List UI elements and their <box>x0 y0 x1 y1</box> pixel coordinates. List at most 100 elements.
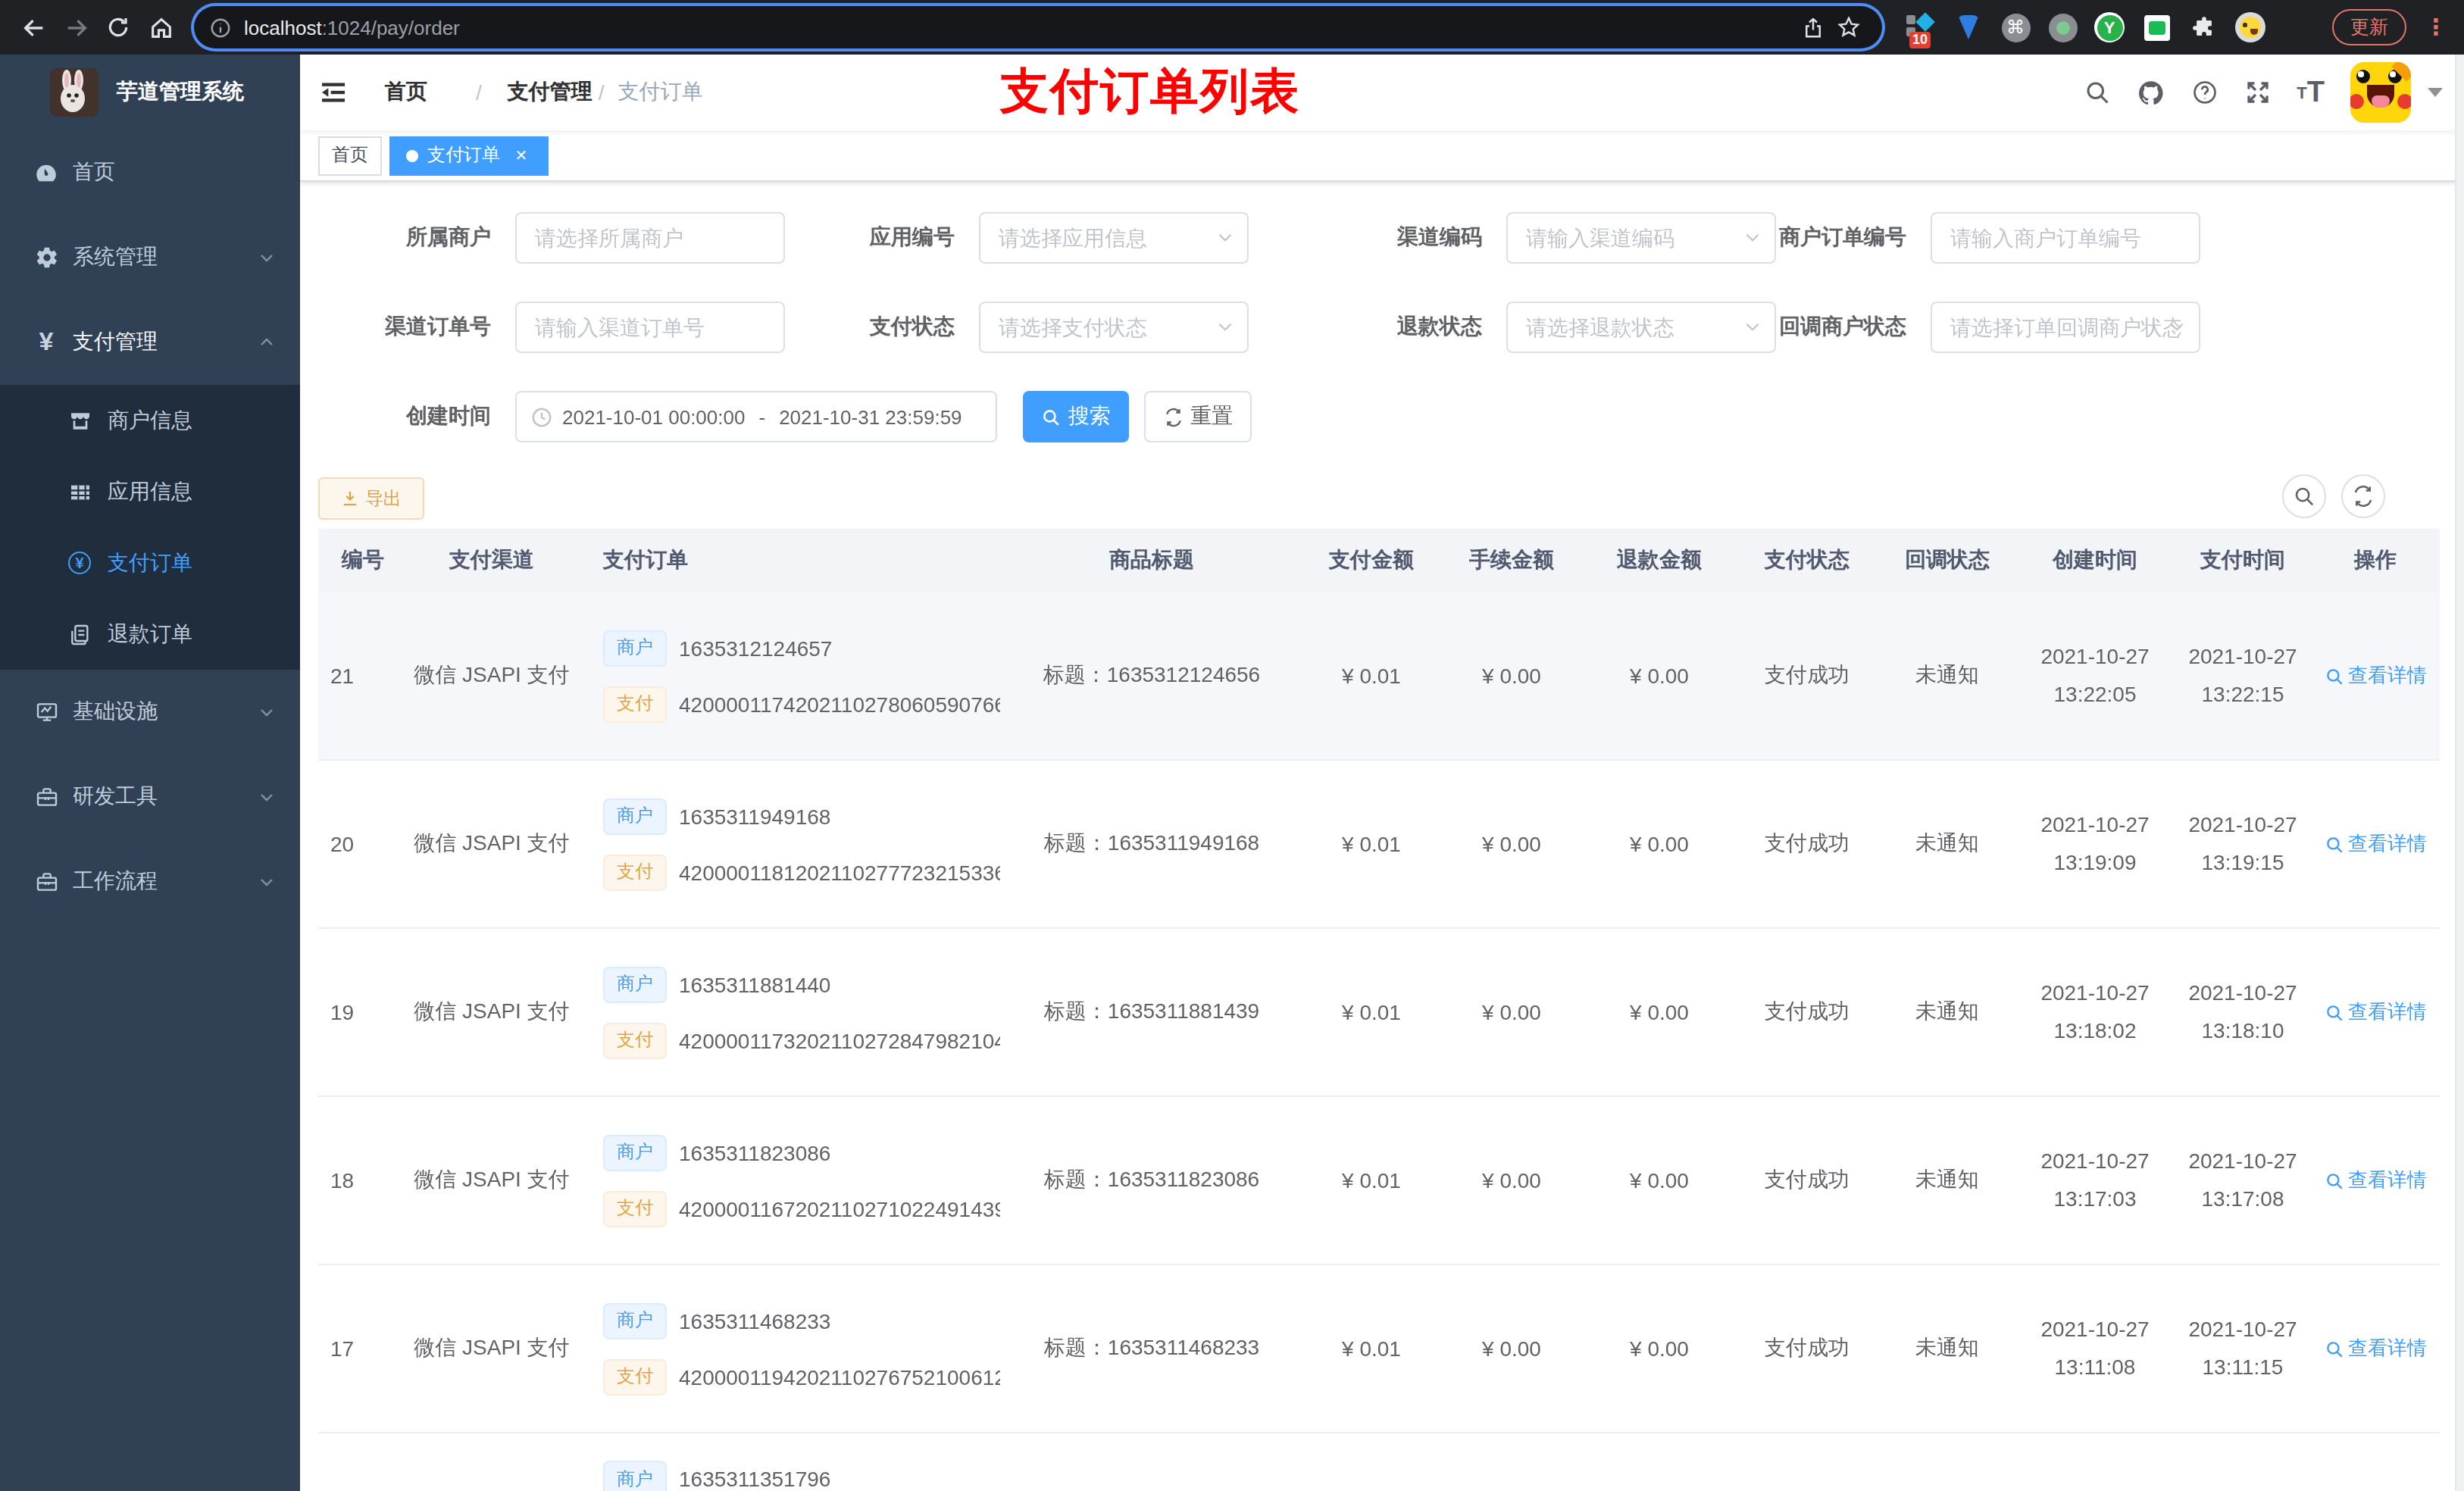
font-size-icon[interactable]: TT <box>2297 76 2325 109</box>
view-detail-link[interactable]: 查看详情 <box>2324 1335 2427 1362</box>
col-header: 操作 <box>2311 547 2440 574</box>
breadcrumb-pay[interactable]: 支付管理 <box>496 79 585 106</box>
field-label: 渠道编码 <box>1249 224 1506 252</box>
app-select[interactable] <box>979 212 1249 264</box>
cell-id: 18 <box>318 1097 408 1264</box>
home-button[interactable] <box>139 6 182 48</box>
caret-down-icon[interactable] <box>2428 88 2443 97</box>
cell-action <box>2311 1433 2440 1491</box>
search-button[interactable]: 搜索 <box>1023 391 1129 442</box>
yen-icon: ¥ <box>33 330 59 355</box>
extension-badge: 10 <box>1909 32 1931 48</box>
pay-order-no: 4200001174202110278060590766 <box>679 692 1000 716</box>
pay-tag: 支付 <box>603 1190 667 1227</box>
cell-refund: ¥ 0.00 <box>1584 592 1735 759</box>
cell-fee: ¥ 0.00 <box>1440 929 1584 1096</box>
breadcrumb: 首页 / 支付管理 / 支付订单 <box>373 79 703 106</box>
cell-create-time: 2021-10-2713:22:05 <box>2015 592 2175 759</box>
page-scrollbar[interactable] <box>2455 55 2464 1491</box>
sidebar-item-merchant-info[interactable]: 商户信息 <box>0 385 300 456</box>
url-text: localhost:1024/pay/order <box>244 16 1794 39</box>
create-time-range-picker[interactable]: 2021-10-01 00:00:00 - 2021-10-31 23:59:5… <box>515 391 997 442</box>
view-detail-link[interactable]: 查看详情 <box>2324 999 2427 1026</box>
back-button[interactable] <box>12 6 55 48</box>
show-search-toggle-button[interactable] <box>2282 474 2326 518</box>
sidebar-item-infrastructure[interactable]: 基础设施 <box>0 670 300 755</box>
chevron-down-icon <box>258 248 276 267</box>
browser-menu-icon[interactable]: ⋮ <box>2425 14 2446 41</box>
channel-code-select[interactable] <box>1506 212 1776 264</box>
chevron-down-icon <box>1743 227 1762 247</box>
bookmark-star-icon[interactable] <box>1831 9 1867 45</box>
cell-create-time: 2021-10-2713:17:03 <box>2015 1097 2175 1264</box>
cell-notify: 未通知 <box>1879 1097 2015 1264</box>
channel-order-no-input[interactable] <box>515 302 785 353</box>
collapse-sidebar-icon[interactable] <box>318 77 349 108</box>
chevron-down-icon <box>2167 317 2187 336</box>
chrome-update-button[interactable]: 更新 <box>2332 9 2406 45</box>
cell-pay-time: 2021-10-2713:18:10 <box>2175 929 2311 1096</box>
sidebar-item-workflow[interactable]: 工作流程 <box>0 839 300 924</box>
cell-status <box>1735 1433 1879 1491</box>
puzzle-extensions-icon[interactable] <box>2188 12 2219 42</box>
forward-button[interactable] <box>55 6 97 48</box>
github-icon[interactable] <box>2136 78 2165 107</box>
chevron-down-icon <box>258 873 276 891</box>
pay-status-select[interactable] <box>979 302 1249 353</box>
view-detail-link[interactable]: 查看详情 <box>2324 830 2427 858</box>
notify-status-select[interactable] <box>1931 302 2200 353</box>
sidebar-item-payment[interactable]: ¥ 支付管理 <box>0 300 300 385</box>
extension-icon-1[interactable]: 10 <box>1906 12 1937 42</box>
table-row: 17 微信 JSAPI 支付 商户1635311468233 支付4200001… <box>318 1265 2440 1433</box>
cell-fee <box>1440 1433 1584 1491</box>
sidebar-item-refund-order[interactable]: 退款订单 <box>0 599 300 670</box>
refresh-table-button[interactable] <box>2341 474 2385 518</box>
pay-tag: 支付 <box>603 854 667 890</box>
extension-icon-4[interactable] <box>2047 12 2078 42</box>
merchant-select[interactable] <box>515 212 785 264</box>
extension-icon-6[interactable] <box>2141 12 2172 42</box>
cell-fee: ¥ 0.00 <box>1440 1097 1584 1264</box>
user-avatar[interactable] <box>2350 62 2411 123</box>
view-detail-link[interactable]: 查看详情 <box>2324 1167 2427 1194</box>
sidebar-item-dev-tools[interactable]: 研发工具 <box>0 755 300 839</box>
fullscreen-icon[interactable] <box>2244 79 2271 106</box>
merchant-order-no: 1635311468233 <box>679 1308 830 1333</box>
extension-icon-3[interactable]: ⌘ <box>2000 12 2031 42</box>
tab-pay-order[interactable]: 支付订单✕ <box>389 136 549 175</box>
view-detail-link[interactable]: 查看详情 <box>2324 662 2427 689</box>
cell-action: 查看详情 <box>2311 761 2440 927</box>
extension-icon-2[interactable] <box>1953 12 1984 42</box>
reload-button[interactable] <box>97 6 139 48</box>
site-info-icon[interactable] <box>209 16 232 39</box>
search-icon[interactable] <box>2083 79 2110 106</box>
merchant-order-no: 1635311351796 <box>679 1467 830 1491</box>
sidebar-item-app-info[interactable]: 应用信息 <box>0 456 300 527</box>
merchant-order-no-input[interactable] <box>1931 212 2200 264</box>
toolbox-icon <box>33 784 59 810</box>
cell-pay-time: 2021-10-2713:11:15 <box>2175 1265 2311 1432</box>
chevron-down-icon <box>258 703 276 721</box>
tab-home[interactable]: 首页 <box>318 136 382 175</box>
sidebar-item-system[interactable]: 系统管理 <box>0 215 300 300</box>
reset-button[interactable]: 重置 <box>1144 391 1252 442</box>
close-tab-icon[interactable]: ✕ <box>511 145 532 166</box>
share-icon[interactable] <box>1794 9 1831 45</box>
cell-channel: 微信 JSAPI 支付 <box>408 1265 576 1432</box>
help-icon[interactable] <box>2190 79 2218 106</box>
sidebar-item-pay-order[interactable]: ¥ 支付订单 <box>0 527 300 599</box>
refund-status-select[interactable] <box>1506 302 1776 353</box>
profile-avatar-icon[interactable] <box>2235 12 2265 42</box>
merchant-tag: 商户 <box>603 1302 667 1339</box>
browser-toolbar: localhost:1024/pay/order 10 ⌘ Y 更新 ⋮ <box>0 0 2464 55</box>
breadcrumb-home[interactable]: 首页 <box>373 79 462 106</box>
sidebar-item-home[interactable]: 首页 <box>0 130 300 215</box>
cell-channel: 微信 JSAPI 支付 <box>408 592 576 759</box>
export-button[interactable]: 导出 <box>318 477 424 520</box>
extensions-area: 10 ⌘ Y <box>1906 12 2265 42</box>
extension-icon-5[interactable]: Y <box>2094 12 2125 42</box>
field-label: 渠道订单号 <box>318 314 515 341</box>
yen-circle-icon: ¥ <box>67 550 92 576</box>
address-bar[interactable]: localhost:1024/pay/order <box>194 6 1882 48</box>
orders-table: 编号 支付渠道 支付订单 商品标题 支付金额 手续金额 退款金额 支付状态 回调… <box>318 529 2440 1491</box>
